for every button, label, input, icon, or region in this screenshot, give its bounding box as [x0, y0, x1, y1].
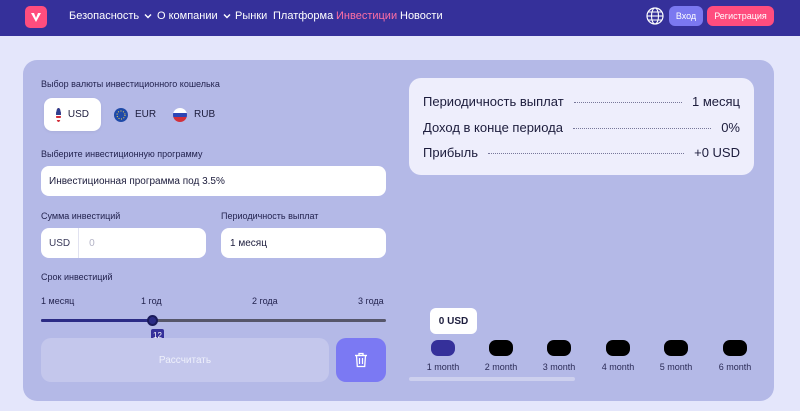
chart-month-label: 6 month	[718, 362, 752, 372]
result-row-period: Периодичность выплат 1 месяц	[423, 94, 740, 109]
globe-icon[interactable]	[645, 6, 665, 26]
logo-icon[interactable]	[25, 6, 47, 28]
result-label: Прибыль	[423, 145, 478, 160]
dotted-leader	[572, 128, 712, 129]
currency-eur-button[interactable]: EUR	[114, 98, 156, 131]
chart-bar[interactable]	[489, 340, 513, 356]
nav-item-platform[interactable]: Платформа	[273, 10, 333, 22]
program-select[interactable]: Инвестиционная программа под 3.5%	[41, 166, 386, 196]
term-slider-fill	[41, 319, 152, 322]
result-value: 0%	[721, 120, 740, 135]
currency-rub-button[interactable]: RUB	[173, 98, 215, 131]
chart-month-label: 5 month	[659, 362, 693, 372]
chevron-down-icon	[223, 14, 231, 19]
amount-placeholder: 0	[89, 237, 95, 249]
calculate-button[interactable]: Рассчитать	[41, 338, 329, 382]
nav-item-label: Новости	[400, 10, 443, 22]
term-slider-handle[interactable]	[147, 315, 158, 326]
chart-month-label: 4 month	[601, 362, 635, 372]
currency-usd-button[interactable]: USD	[44, 98, 101, 131]
chart-tooltip: 0 USD	[430, 308, 477, 334]
results-panel: Периодичность выплат 1 месяц Доход в кон…	[409, 78, 754, 175]
top-navigation-bar: Безопасность О компании Рынки Платформа …	[0, 0, 800, 36]
term-tick-label: 1 месяц	[41, 296, 75, 306]
chevron-down-icon	[144, 14, 152, 19]
program-value: Инвестиционная программа под 3.5%	[49, 175, 225, 187]
chart-month-label: 1 month	[426, 362, 460, 372]
term-tick-label: 2 года	[252, 296, 278, 306]
register-button[interactable]: Регистрация	[707, 6, 774, 26]
dotted-leader	[573, 102, 682, 103]
period-value: 1 месяц	[230, 237, 267, 249]
trash-icon	[355, 352, 367, 368]
currency-code: EUR	[135, 109, 157, 120]
chart-bar[interactable]	[547, 340, 571, 356]
chart-bar[interactable]	[431, 340, 455, 356]
chart-bar[interactable]	[664, 340, 688, 356]
nav-item-label: Безопасность	[69, 10, 140, 22]
us-flag-icon	[56, 107, 61, 122]
chart-bar[interactable]	[723, 340, 747, 356]
nav-item-about[interactable]: О компании	[157, 10, 232, 22]
currency-code: RUB	[194, 109, 216, 120]
nav-item-label: Инвестиции	[336, 10, 398, 22]
result-label: Доход в конце периода	[423, 120, 563, 135]
nav-item-label: Платформа	[273, 10, 334, 22]
eu-flag-icon	[114, 107, 128, 122]
period-select[interactable]: 1 месяц	[221, 228, 386, 258]
amount-currency: USD	[41, 228, 80, 258]
period-label: Периодичность выплат	[221, 211, 319, 221]
chart-month-label: 3 month	[542, 362, 576, 372]
result-value: +0 USD	[694, 145, 740, 160]
chart-scrollbar[interactable]	[409, 377, 575, 381]
login-button[interactable]: Вход	[669, 6, 703, 26]
chart-month-label: 2 month	[484, 362, 518, 372]
nav-item-investments[interactable]: Инвестиции	[336, 10, 397, 22]
clear-button[interactable]	[336, 338, 386, 382]
result-row-income: Доход в конце периода 0%	[423, 120, 740, 135]
amount-input[interactable]: USD 0	[41, 228, 206, 258]
term-slider[interactable]	[41, 319, 386, 322]
result-value: 1 месяц	[692, 94, 740, 109]
term-tick-label: 3 года	[358, 296, 384, 306]
nav-item-news[interactable]: Новости	[400, 10, 443, 22]
amount-label: Сумма инвестиций	[41, 211, 121, 221]
result-row-profit: Прибыль +0 USD	[423, 145, 740, 160]
ru-flag-icon	[173, 107, 187, 122]
dotted-leader	[487, 153, 685, 154]
currency-label: Выбор валюты инвестиционного кошелька	[41, 79, 220, 89]
nav-item-label: Рынки	[235, 10, 268, 22]
nav-item-security[interactable]: Безопасность	[69, 10, 153, 22]
term-tick-label: 1 год	[141, 296, 162, 306]
term-label: Срок инвестиций	[41, 272, 113, 282]
nav-item-markets[interactable]: Рынки	[235, 10, 267, 22]
program-label: Выберите инвестиционную программу	[41, 149, 203, 159]
currency-code: USD	[67, 109, 89, 120]
chart-bar[interactable]	[606, 340, 630, 356]
nav-item-label: О компании	[157, 10, 218, 22]
result-label: Периодичность выплат	[423, 94, 564, 109]
